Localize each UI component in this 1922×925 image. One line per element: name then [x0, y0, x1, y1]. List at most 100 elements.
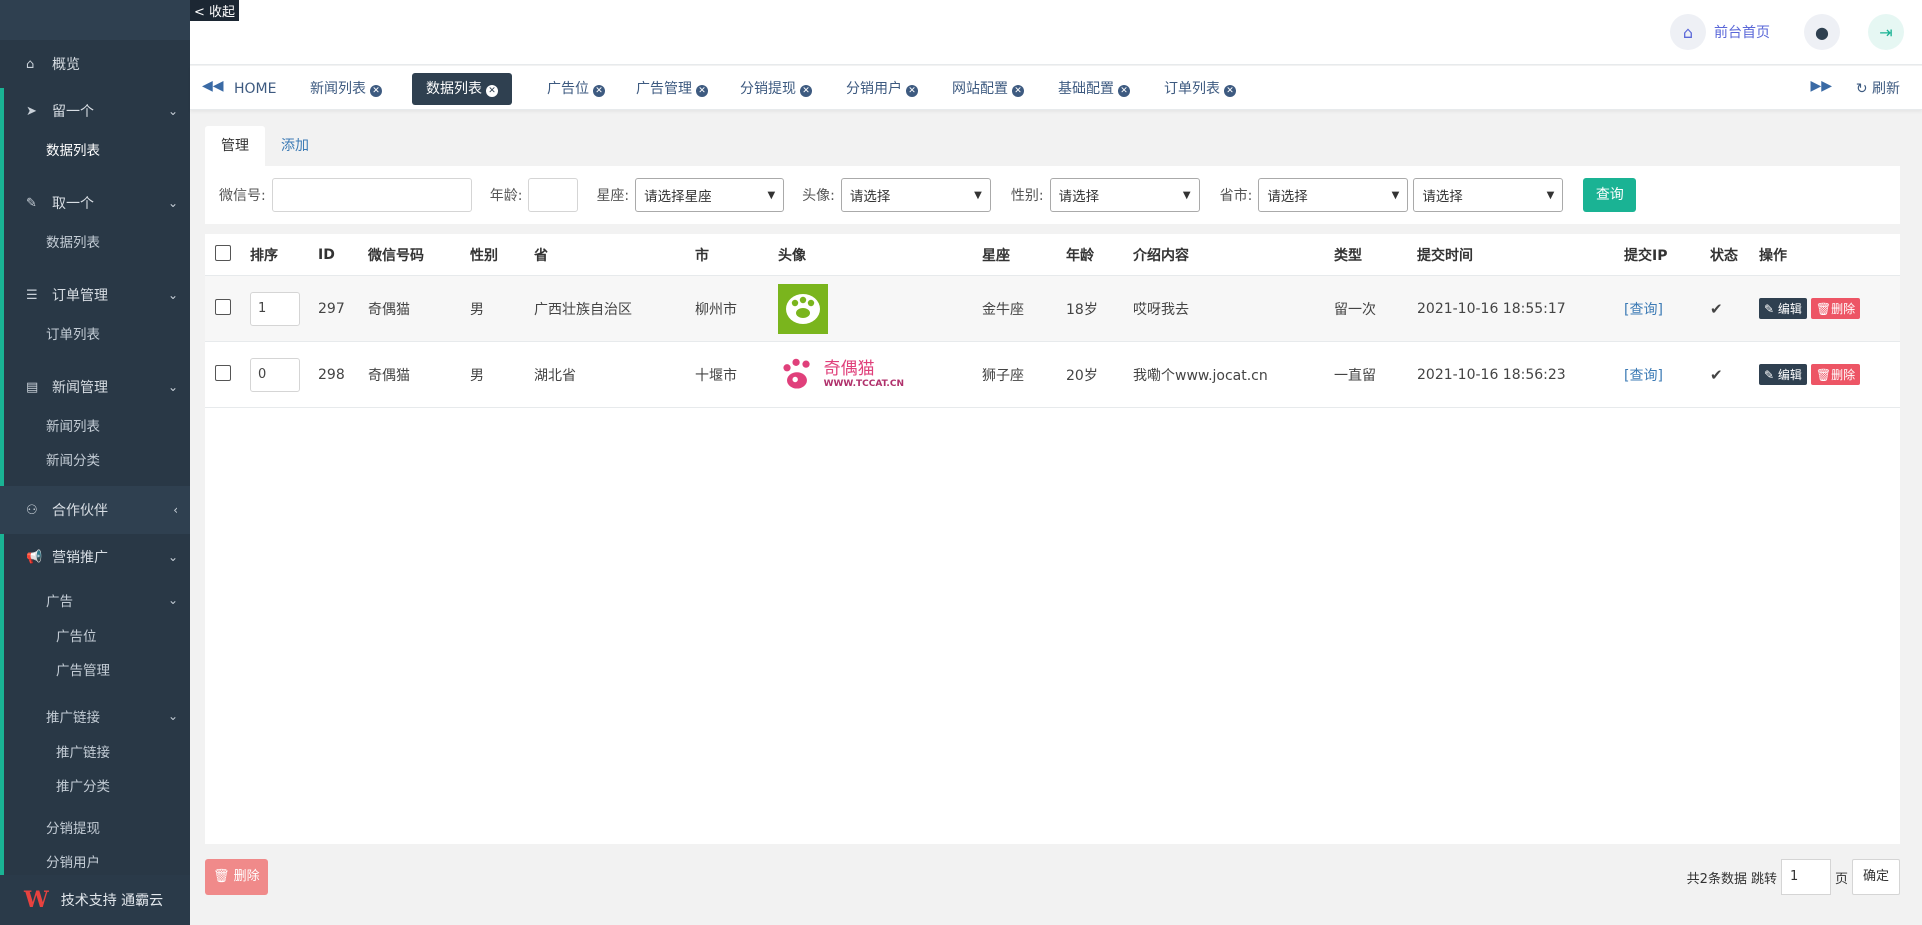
tab-label: 分销用户: [846, 81, 902, 97]
top-header: ⌂ 前台首页 ● ⇥: [190, 0, 1922, 65]
sidebar-sub-promo-category[interactable]: 推广分类: [4, 770, 190, 804]
paw-icon: [786, 293, 820, 324]
sidebar-sub-data-list[interactable]: 数据列表: [4, 134, 190, 168]
data-table: 排序 ID 微信号码 性别 省 市 头像 星座 年龄 介绍内容 类型 提交时间 …: [205, 234, 1900, 844]
sidebar-item-news[interactable]: ▤ 新闻管理 ⌄: [4, 364, 190, 410]
close-icon[interactable]: ✕: [696, 85, 708, 97]
sort-input[interactable]: 1: [250, 291, 300, 326]
sidebar-sub-label: 推广链接: [46, 710, 100, 726]
intro-cell: 哎呀我去: [1133, 301, 1189, 318]
city-cell: 柳州市: [695, 301, 737, 318]
row-checkbox[interactable]: [215, 364, 231, 381]
sidebar-sub-ad-manage[interactable]: 广告管理: [4, 654, 190, 688]
delete-button[interactable]: 🗑删除: [1810, 364, 1861, 385]
home-icon[interactable]: ⌂: [1670, 14, 1706, 50]
edit-button[interactable]: ✎ 编辑: [1759, 364, 1807, 385]
ip-query-link[interactable]: [查询]: [1624, 365, 1710, 385]
page-unit: 页: [1834, 871, 1848, 887]
tab-order-list[interactable]: 订单列表 ✕: [1150, 73, 1250, 105]
col-time: 提交时间: [1417, 247, 1473, 264]
chevron-down-icon: ⌄: [167, 593, 178, 607]
delete-button[interactable]: 🗑删除: [1810, 298, 1861, 319]
pagination: 共2条数据 跳转 1 页 确定: [1687, 859, 1900, 895]
star-select[interactable]: 请选择星座 ▼: [635, 178, 785, 212]
tab-news-list[interactable]: 新闻列表 ✕: [296, 73, 396, 105]
sidebar-item-overview[interactable]: ⌂ 概览: [0, 40, 190, 88]
refresh-button[interactable]: ↻ 刷新: [1856, 78, 1900, 98]
province-label: 省市:: [1219, 188, 1253, 204]
sidebar-sub-data-list-2[interactable]: 数据列表: [4, 226, 190, 260]
sidebar-sub-dist-withdraw[interactable]: 分销提现: [4, 812, 190, 846]
subtab-add[interactable]: 添加: [265, 126, 325, 166]
sidebar-sub-promo-link[interactable]: 推广链接: [4, 736, 190, 770]
province-cell: 湖北省: [534, 367, 576, 384]
table-row: 1 297 奇偶猫 男 广西壮族自治区 柳州市 金牛座 18岁 哎呀我去 留一次…: [205, 276, 1900, 342]
wechat-input[interactable]: [271, 178, 472, 212]
handshake-icon: ⚇: [26, 502, 38, 518]
subtab-manage[interactable]: 管理: [205, 126, 265, 166]
sidebar-sub-ad-position[interactable]: 广告位: [4, 620, 190, 654]
intro-cell: 我嘞个www.jocat.cn: [1133, 367, 1268, 384]
col-id: ID: [318, 246, 335, 263]
sidebar-item-orders[interactable]: ☰ 订单管理 ⌄: [4, 272, 190, 318]
row-checkbox[interactable]: [215, 298, 231, 315]
logout-icon[interactable]: ⇥: [1868, 14, 1904, 50]
sidebar-sub-ad[interactable]: 广告 ⌄: [4, 580, 190, 620]
close-icon[interactable]: ✕: [1118, 85, 1130, 97]
front-page-link[interactable]: 前台首页: [1714, 22, 1770, 42]
sidebar-item-marketing[interactable]: 📢 营销推广 ⌄: [4, 534, 190, 580]
close-icon[interactable]: ✕: [800, 85, 812, 97]
gender-select[interactable]: 请选择 ▼: [1049, 178, 1200, 212]
collapse-button[interactable]: < 收起: [190, 0, 240, 21]
close-icon[interactable]: ✕: [1224, 85, 1236, 97]
tab-dist-withdraw[interactable]: 分销提现 ✕: [726, 73, 826, 105]
province-select[interactable]: 请选择 ▼: [1258, 178, 1409, 212]
tab-site-config[interactable]: 网站配置 ✕: [938, 73, 1038, 105]
edit-label: 编辑: [1777, 302, 1802, 316]
sidebar-item-qu[interactable]: ✎ 取一个 ⌄: [4, 180, 190, 226]
chevron-down-icon: ▼: [1182, 189, 1191, 201]
bullhorn-icon: 📢: [26, 549, 43, 565]
sidebar-sub-order-list[interactable]: 订单列表: [4, 318, 190, 352]
sidebar-sub-news-category[interactable]: 新闻分类: [4, 444, 190, 478]
tab-base-config[interactable]: 基础配置 ✕: [1044, 73, 1144, 105]
status-check-icon: ✔: [1710, 365, 1723, 384]
sidebar-item-liu[interactable]: ➤ 留一个 ⌄: [4, 88, 190, 134]
batch-delete-button[interactable]: 🗑 删除: [205, 859, 268, 895]
tab-data-list[interactable]: 数据列表 ✕: [412, 73, 512, 105]
avatar-select[interactable]: 请选择 ▼: [840, 178, 991, 212]
close-icon[interactable]: ✕: [486, 85, 498, 97]
city-select[interactable]: 请选择 ▼: [1413, 178, 1564, 212]
sort-input[interactable]: 0: [250, 357, 300, 392]
tab-dist-user[interactable]: 分销用户 ✕: [832, 73, 932, 105]
tab-label: 数据列表: [426, 81, 482, 97]
id-cell: 298: [318, 366, 345, 383]
newspaper-icon: ▤: [26, 379, 39, 395]
sidebar-sub-promo[interactable]: 推广链接 ⌄: [4, 696, 190, 736]
sidebar-item-partner[interactable]: ⚇ 合作伙伴 ‹: [0, 486, 190, 534]
close-icon[interactable]: ✕: [1012, 85, 1024, 97]
col-type: 类型: [1334, 247, 1362, 264]
ip-query-link[interactable]: [查询]: [1624, 299, 1710, 319]
tab-ad-manage[interactable]: 广告管理 ✕: [622, 73, 722, 105]
tab-label: 基础配置: [1058, 81, 1114, 97]
edit-button[interactable]: ✎ 编辑: [1759, 298, 1807, 319]
tab-ad-position[interactable]: 广告位 ✕: [533, 73, 619, 105]
age-input[interactable]: [528, 178, 579, 212]
edit-icon: ✎: [26, 195, 37, 211]
confirm-button[interactable]: 确定: [1851, 859, 1900, 895]
tab-label: 广告位: [547, 81, 589, 97]
close-icon[interactable]: ✕: [906, 85, 918, 97]
avatar-select-value: 请选择: [849, 189, 891, 205]
tab-home[interactable]: HOME: [220, 73, 290, 105]
sidebar-sub-news-list[interactable]: 新闻列表: [4, 410, 190, 444]
user-icon[interactable]: ●: [1804, 14, 1840, 50]
select-all-checkbox[interactable]: [215, 244, 231, 261]
close-icon[interactable]: ✕: [593, 85, 605, 97]
close-icon[interactable]: ✕: [370, 85, 382, 97]
edit-label: 编辑: [1777, 368, 1802, 382]
batch-delete-label: 删除: [233, 869, 260, 884]
query-button[interactable]: 查询: [1583, 178, 1637, 212]
tabs-scroll-right-icon[interactable]: ▶▶: [1810, 78, 1832, 94]
page-input[interactable]: 1: [1780, 859, 1831, 895]
